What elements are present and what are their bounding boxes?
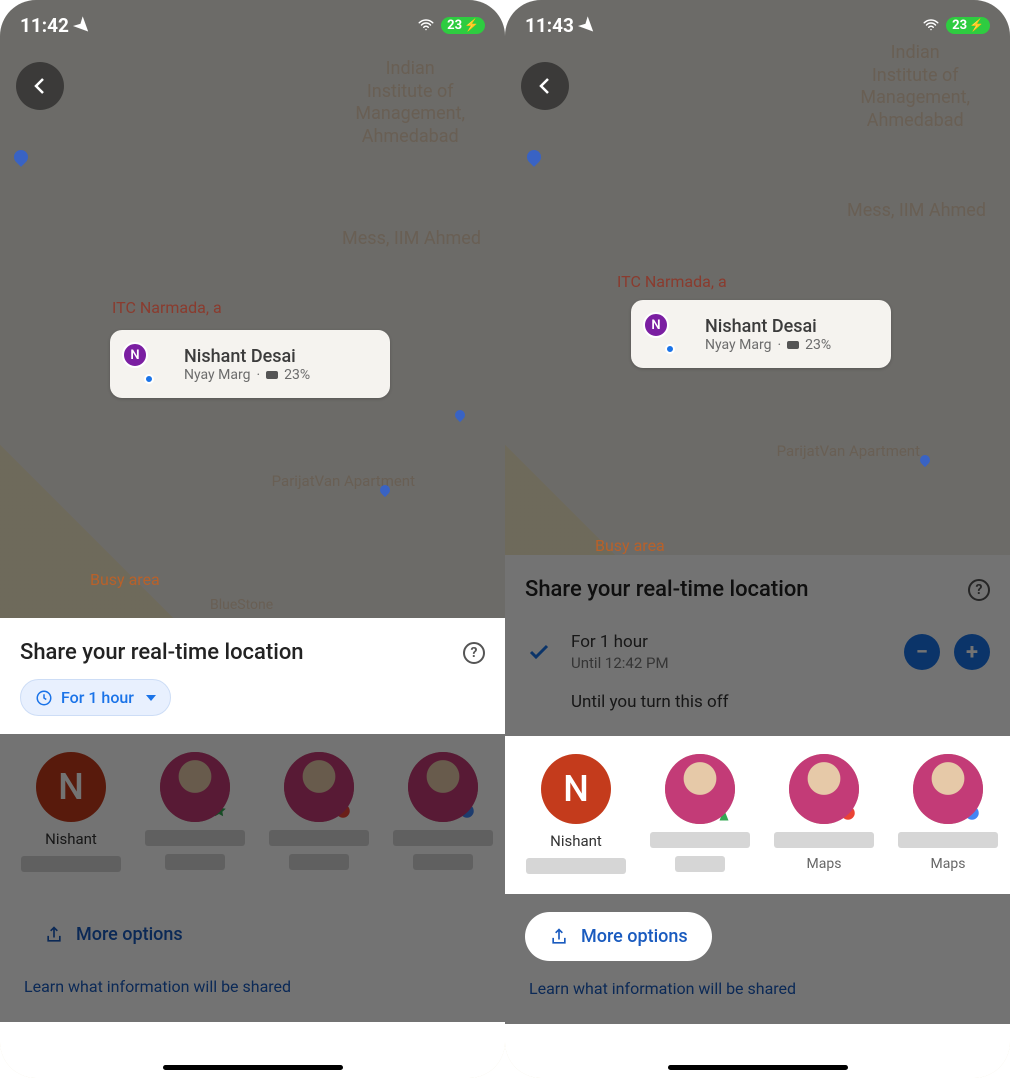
avatar: [160, 752, 230, 822]
map-poi-label: BlueStone: [210, 597, 273, 615]
battery-pill: 23⚡: [946, 17, 990, 34]
status-time: 11:43: [525, 14, 574, 37]
share-target-person[interactable]: N Nishant: [517, 754, 635, 874]
location-services-icon: ➤: [574, 11, 602, 39]
share-target-person[interactable]: [641, 754, 759, 874]
maps-badge-icon: [711, 800, 737, 826]
map-busy-area-label: Busy area: [90, 570, 160, 590]
avatar: [789, 754, 859, 824]
map-poi-label: Mess, IIM Ahmed: [342, 228, 481, 251]
share-target-person[interactable]: Maps: [889, 754, 1007, 874]
people-row: N Nishant: [0, 734, 505, 892]
map-poi-label: Mess, IIM Ahmed: [847, 200, 986, 223]
back-button[interactable]: [521, 62, 569, 110]
more-options-button[interactable]: More options: [525, 912, 712, 961]
share-icon: [549, 927, 569, 947]
people-row: N Nishant: [505, 736, 1010, 894]
battery-icon: [787, 341, 799, 349]
maps-badge-icon: [959, 800, 985, 826]
map-poi-label: IndianInstitute ofManagement,Ahmedabad: [355, 58, 465, 148]
card-person-name: Nishant Desai: [184, 346, 310, 367]
learn-link[interactable]: Learn what information will be shared: [525, 961, 990, 1000]
location-card[interactable]: N Nishant Desai Nyay Marg · 23%: [631, 300, 891, 368]
card-person-name: Nishant Desai: [705, 316, 831, 337]
person-name: Nishant: [550, 832, 602, 850]
share-target-person[interactable]: [260, 752, 378, 872]
avatar: N: [541, 754, 611, 824]
home-indicator[interactable]: [668, 1065, 848, 1070]
share-target-person[interactable]: Maps: [765, 754, 883, 874]
decrease-duration-button[interactable]: −: [904, 634, 940, 670]
help-icon[interactable]: ?: [968, 579, 990, 601]
card-subline: Nyay Marg · 23%: [705, 337, 831, 353]
current-location-dot: [144, 374, 154, 384]
sheet-title: Share your real-time location: [20, 640, 304, 665]
current-location-dot: [665, 344, 675, 354]
map-poi-label: ParijatVan Apartment: [777, 442, 920, 461]
map-poi-label: ParijatVan Apartment: [272, 472, 415, 491]
maps-badge-icon: [454, 798, 480, 824]
avatar: [284, 752, 354, 822]
duration-option-1hour[interactable]: For 1 hour Until 12:42 PM − +: [525, 626, 990, 678]
status-time: 11:42: [20, 14, 69, 37]
maps-badge-icon: [206, 798, 232, 824]
share-target-person[interactable]: N Nishant: [12, 752, 130, 872]
duration-chip[interactable]: For 1 hour: [20, 679, 171, 716]
avatar-initial: N: [122, 342, 148, 368]
battery-pill: 23⚡: [441, 17, 485, 34]
location-services-icon: ➤: [69, 11, 97, 39]
share-icon: [44, 925, 64, 945]
clock-icon: [35, 689, 53, 707]
check-icon: [525, 638, 553, 666]
person-sublabel: Maps: [774, 856, 874, 872]
card-subline: Nyay Marg · 23%: [184, 367, 310, 383]
avatar: [665, 754, 735, 824]
battery-icon: [266, 371, 278, 379]
avatar-initial: N: [643, 312, 669, 338]
person-sublabel: Maps: [898, 856, 998, 872]
person-name: Nishant: [45, 830, 97, 848]
sheet-title: Share your real-time location: [525, 577, 809, 602]
map-poi-label: ITC Narmada, a: [617, 272, 727, 292]
maps-badge-icon: [330, 798, 356, 824]
avatar: [408, 752, 478, 822]
avatar: N: [36, 752, 106, 822]
share-target-person[interactable]: [136, 752, 254, 872]
learn-link[interactable]: Learn what information will be shared: [20, 959, 485, 998]
duration-subtext: Until 12:42 PM: [571, 654, 886, 672]
location-card[interactable]: N Nishant Desai Nyay Marg · 23%: [110, 330, 390, 398]
charging-icon: ⚡: [464, 18, 479, 32]
share-target-person[interactable]: [384, 752, 502, 872]
duration-option-until-off[interactable]: Until you turn this off: [525, 678, 990, 730]
wifi-icon: [922, 16, 940, 34]
increase-duration-button[interactable]: +: [954, 634, 990, 670]
map-poi-label: ITC Narmada, a: [112, 298, 222, 318]
map-poi-label: IndianInstitute ofManagement,Ahmedabad: [860, 42, 970, 132]
duration-label: For 1 hour: [571, 632, 886, 652]
maps-badge-icon: [835, 800, 861, 826]
home-indicator[interactable]: [163, 1065, 343, 1070]
more-options-button[interactable]: More options: [20, 910, 207, 959]
back-button[interactable]: [16, 62, 64, 110]
help-icon[interactable]: ?: [463, 642, 485, 664]
charging-icon: ⚡: [969, 18, 984, 32]
map-busy-area-label: Busy area: [595, 536, 665, 556]
chevron-down-icon: [146, 695, 156, 701]
wifi-icon: [417, 16, 435, 34]
avatar: [913, 754, 983, 824]
